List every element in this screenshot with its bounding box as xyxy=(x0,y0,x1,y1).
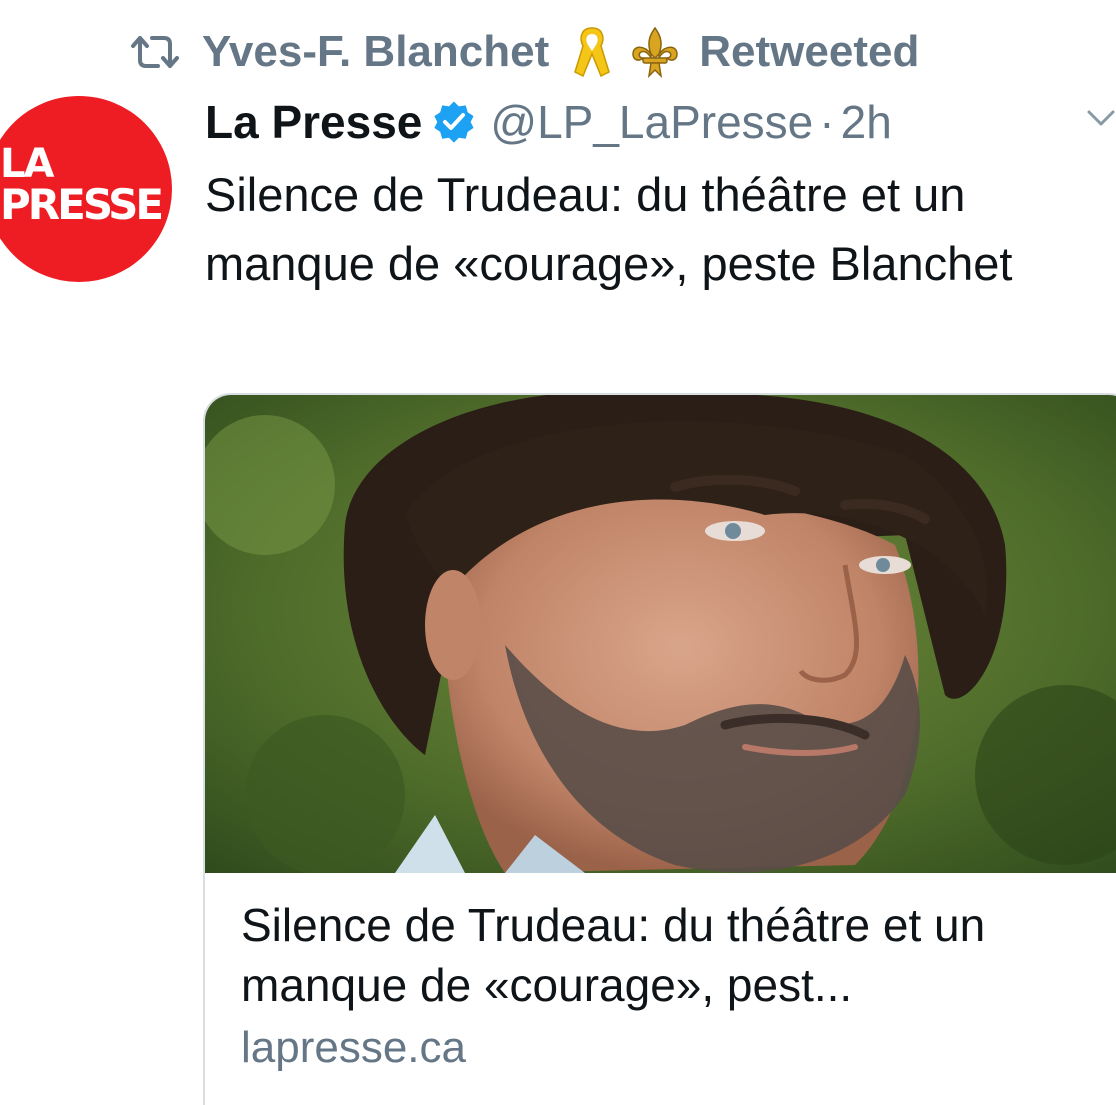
yellow-ribbon-icon xyxy=(574,27,611,78)
avatar-logo-line2: PRESSE xyxy=(0,180,164,229)
card-photo xyxy=(205,395,1116,873)
author-handle[interactable]: @LP_LaPresse xyxy=(490,95,813,149)
retweet-context[interactable]: Yves-F. Blanchet Retweeted xyxy=(130,24,919,80)
retweet-icon xyxy=(131,36,179,68)
link-card[interactable]: Silence de Trudeau: du théâtre et un man… xyxy=(203,393,1116,1105)
tweet-header: La Presse @LP_LaPresse · 2h xyxy=(205,92,892,152)
card-image[interactable] xyxy=(205,395,1116,873)
avatar-logo-line1: LA xyxy=(0,141,54,187)
tweet-timestamp[interactable]: 2h xyxy=(841,95,892,149)
retweeter-name[interactable]: Yves-F. Blanchet xyxy=(202,27,549,77)
chevron-down-icon[interactable] xyxy=(1086,108,1116,128)
tweet-screenshot: Yves-F. Blanchet Retweeted LA PRESSE La … xyxy=(0,0,1116,1105)
verified-badge-icon xyxy=(434,101,474,143)
fleur-de-lis-icon xyxy=(632,26,679,79)
retweeted-label: Retweeted xyxy=(699,27,920,76)
card-body: Silence de Trudeau: du théâtre et un man… xyxy=(241,895,1116,1079)
tweet-text: Silence de Trudeau: du théâtre et un man… xyxy=(205,168,1013,290)
avatar-logo: LA PRESSE xyxy=(0,141,164,229)
separator-dot: · xyxy=(819,96,835,148)
card-title[interactable]: Silence de Trudeau: du théâtre et un man… xyxy=(241,895,1116,1015)
card-domain: lapresse.ca xyxy=(241,1023,467,1072)
author-name[interactable]: La Presse xyxy=(205,95,422,149)
avatar[interactable]: LA PRESSE xyxy=(0,96,172,282)
